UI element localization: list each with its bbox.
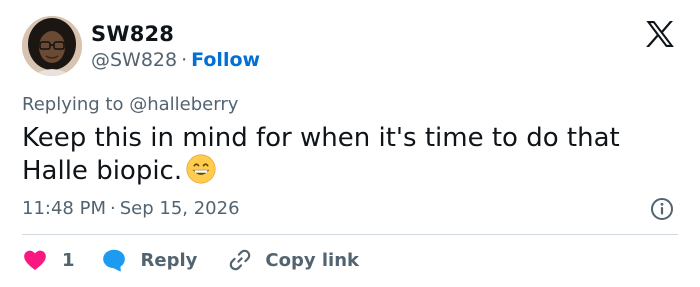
- tweet-date: Sep 15, 2026: [119, 198, 240, 219]
- reply-label: Reply: [140, 249, 198, 271]
- author-handle[interactable]: @SW828: [91, 49, 177, 71]
- author-display-name[interactable]: SW828: [91, 22, 174, 46]
- separator-dot: ·: [181, 49, 188, 71]
- divider: [22, 234, 678, 235]
- x-logo-icon[interactable]: [643, 19, 677, 49]
- copy-link-button[interactable]: Copy link: [227, 247, 359, 273]
- heart-icon: [24, 250, 46, 270]
- author-handle-line: @SW828 · Follow: [91, 49, 260, 71]
- like-button[interactable]: 1: [22, 247, 75, 273]
- speech-bubble-icon: [102, 249, 125, 272]
- info-icon[interactable]: [650, 197, 674, 221]
- follow-button[interactable]: Follow: [191, 49, 260, 71]
- tweet-text-body: Keep this in mind for when it's time to …: [22, 123, 620, 186]
- copy-link-label: Copy link: [265, 249, 359, 271]
- reply-context: Replying to @halleberry: [22, 94, 238, 115]
- action-bar: 1 Reply Copy link: [22, 246, 359, 274]
- reply-button[interactable]: Reply: [101, 247, 198, 273]
- grinning-face-emoji-icon: [186, 154, 216, 184]
- tweet-text: Keep this in mind for when it's time to …: [22, 123, 662, 187]
- like-count: 1: [62, 249, 75, 271]
- timestamp-separator: ·: [109, 198, 116, 219]
- tweet-time: 11:48 PM: [22, 198, 106, 219]
- link-icon: [230, 249, 251, 271]
- avatar-image: [22, 16, 82, 76]
- tweet-card: SW828 @SW828 · Follow Replying to @hallebe…: [0, 0, 700, 287]
- tweet-timestamp[interactable]: 11:48 PM · Sep 15, 2026: [22, 198, 240, 219]
- avatar[interactable]: [22, 16, 82, 76]
- reply-context-prefix: Replying to: [22, 94, 124, 115]
- reply-context-mention[interactable]: @halleberry: [129, 94, 238, 115]
